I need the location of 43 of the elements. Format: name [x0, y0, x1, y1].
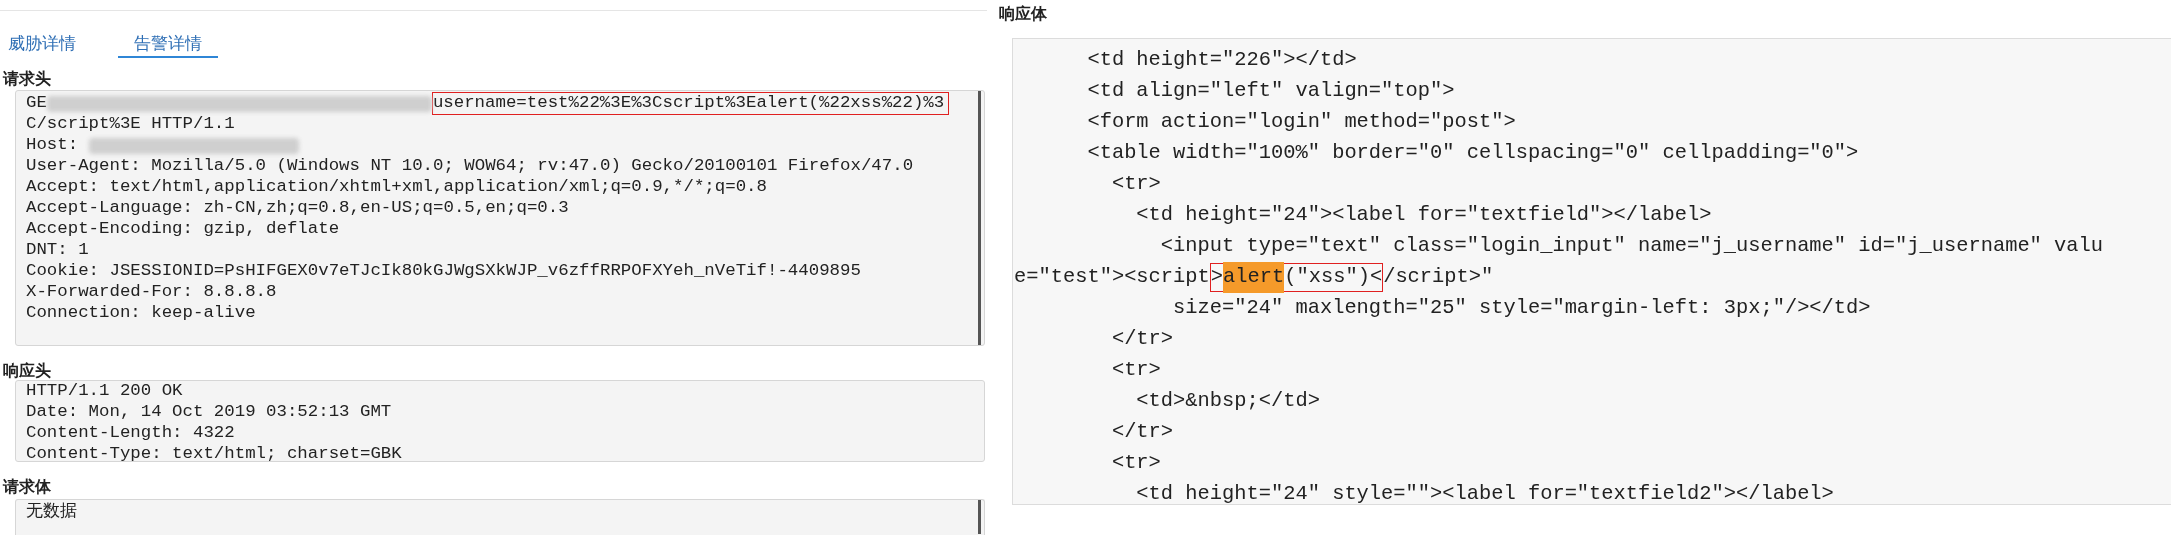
code-line: Accept-Encoding: gzip, deflate: [26, 218, 340, 241]
scrollbar[interactable]: [978, 500, 981, 534]
section-title: 请求体: [1, 477, 52, 497]
code-line: GE: [26, 92, 47, 115]
code-line: <td>&nbsp;</td>: [1135, 388, 1320, 415]
code-line: Connection: keep-alive: [26, 302, 256, 325]
code-line: <input type="text" class="login_input" name="j_username" id="j_username" valu: [1159, 233, 2104, 260]
code-line: <td height="226"></td>: [1086, 47, 1357, 74]
code-text: ("xss")<: [1284, 264, 1383, 291]
code-line: Host:: [26, 134, 80, 157]
code-line: size="24" maxlength="25" style="margin-left: 3px;"/></td>: [1172, 295, 1871, 322]
code-line: <td height="24"><label for="textfield"></label>: [1135, 202, 1712, 229]
scrollbar[interactable]: [978, 91, 981, 345]
tab[interactable]: 威胁详情: [6, 31, 78, 58]
code-line: Accept: text/html,application/xhtml+xml,application/xml;q=0.9,*/*;q=0.8: [26, 176, 767, 199]
code-line: <form action="login" method="post">: [1086, 109, 1516, 136]
code-text: /script>": [1383, 264, 1494, 291]
code-line: X-Forwarded-For: 8.8.8.8: [26, 281, 277, 304]
code-text: username=test%22%3E%3Cscript%3Ealert(%22xss%22)%3: [432, 92, 945, 115]
code-line: Accept-Language: zh-CN,zh;q=0.8,en-US;q=0.5,en;q=0.3: [26, 197, 569, 220]
code-line: Content-Length: 4322: [26, 422, 235, 445]
code-line: Cookie: JSESSIONID=PsHIFGEX0v7eTJcIk80kGJWgSXkWJP_v6zffRRPOFXYeh_nVeTif!-4409895: [26, 260, 861, 283]
code-line: <td height="24" style=""><label for="textfield2"></label>: [1135, 481, 1834, 504]
code-line: User-Agent: Mozilla/5.0 (Windows NT 10.0; WOW64; rv:47.0) Gecko/20100101 Firefox/47.0: [26, 155, 914, 178]
code-line: <table width="100%" border="0" cellspacing="0" cellpadding="0">: [1086, 140, 1859, 167]
highlighted-text: alert: [1223, 262, 1285, 293]
code-line: DNT: 1: [26, 239, 89, 262]
section-title: 响应体: [999, 4, 1048, 24]
code-line: <tr>: [1110, 171, 1161, 198]
code-line: <tr>: [1110, 450, 1161, 477]
code-line: </tr>: [1110, 326, 1174, 353]
code-line: </tr>: [1110, 419, 1174, 446]
code-line: <tr>: [1110, 357, 1161, 384]
code-text: >: [1210, 264, 1224, 291]
code-line: Date: Mon, 14 Oct 2019 03:52:13 GMT: [26, 401, 392, 424]
code-line: HTTP/1.1 200 OK: [26, 381, 183, 403]
code-line: <td align="left" valign="top">: [1086, 78, 1455, 105]
section-title: 请求头: [1, 69, 52, 89]
code-line: C/script%3E HTTP/1.1: [26, 113, 235, 136]
code-line: e="test"><script: [1014, 264, 1210, 291]
section-title: 响应头: [2, 361, 52, 380]
tab[interactable]: 告警详情: [118, 31, 218, 58]
code-line: 无数据: [26, 500, 77, 523]
